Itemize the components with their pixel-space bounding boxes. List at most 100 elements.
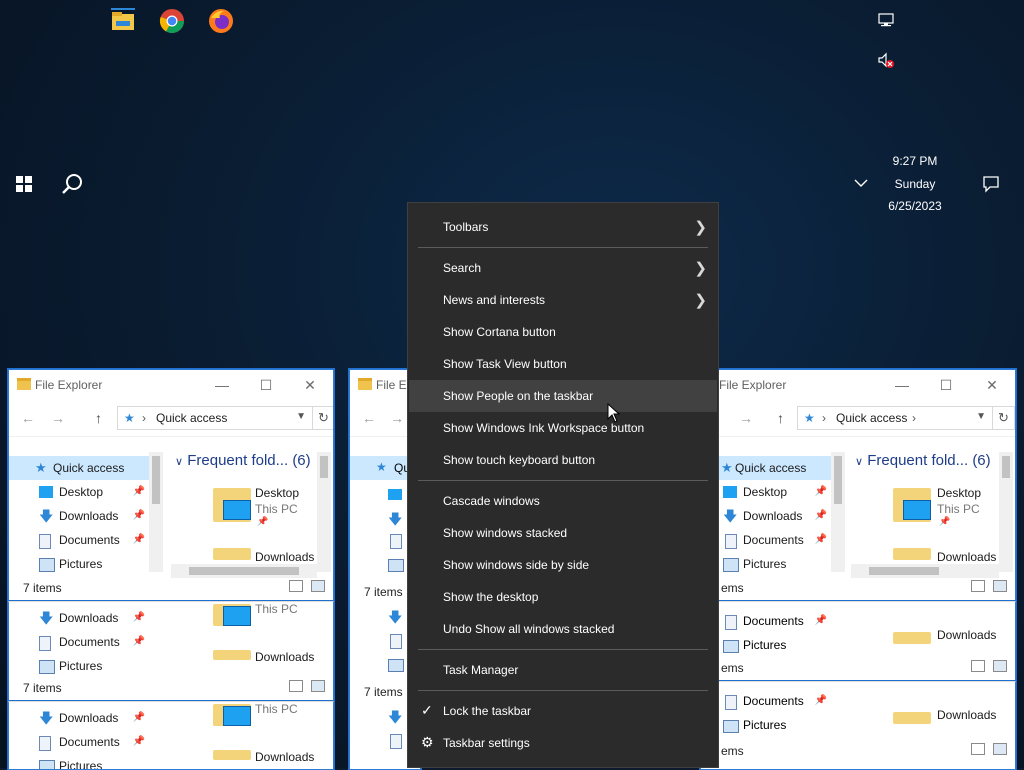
menu-item-cascade-windows[interactable]: Cascade windows bbox=[409, 485, 717, 517]
nav-item-downloads[interactable]: 🡇 Downloads 📌 bbox=[9, 706, 149, 730]
nav-scrollbar[interactable] bbox=[149, 452, 163, 572]
nav-item-downloads[interactable]: 🡇 Downloads 📌 bbox=[9, 606, 149, 630]
file-explorer-window-right-stacked-2[interactable]: Documents 📌 Pictures Downloads ems bbox=[700, 681, 1016, 770]
folder-name[interactable]: Downloads bbox=[937, 550, 996, 564]
chrome-icon[interactable] bbox=[159, 8, 185, 34]
menu-item-undo-show-all-windows-stacked[interactable]: Undo Show all windows stacked bbox=[409, 613, 717, 645]
forward-arrow-icon[interactable]: → bbox=[51, 410, 65, 426]
details-view-icon[interactable] bbox=[289, 580, 303, 592]
desktop-folder-icon[interactable] bbox=[213, 704, 251, 726]
menu-item-news-and-interests[interactable]: News and interests ❯ bbox=[409, 284, 717, 316]
scroll-thumb[interactable] bbox=[152, 456, 160, 504]
details-view-icon[interactable] bbox=[971, 660, 985, 672]
large-icons-view-icon[interactable] bbox=[993, 580, 1007, 592]
forward-arrow-icon[interactable]: → bbox=[739, 410, 753, 426]
action-center-icon[interactable] bbox=[982, 175, 1000, 193]
downloads-folder-icon[interactable] bbox=[893, 712, 931, 724]
downloads-folder-icon[interactable] bbox=[213, 650, 251, 660]
downloads-folder-icon[interactable] bbox=[893, 548, 931, 560]
nav-item-downloads[interactable]: 🡇 Downloads 📌 bbox=[9, 504, 149, 528]
group-header[interactable]: ∨ Frequent fold... (6) bbox=[175, 452, 311, 469]
clock-date[interactable]: 6/25/2023 bbox=[870, 199, 960, 213]
nav-item-pictures[interactable]: Pictures bbox=[719, 714, 831, 738]
refresh-button[interactable]: ↻ bbox=[993, 406, 1015, 430]
nav-item-documents[interactable]: Documents 📌 bbox=[719, 690, 831, 714]
content-scrollbar[interactable] bbox=[999, 452, 1013, 572]
menu-item-search[interactable]: Search ❯ bbox=[409, 252, 717, 284]
scroll-thumb[interactable] bbox=[320, 456, 328, 478]
nav-item-pictures[interactable]: Pictures bbox=[719, 552, 831, 576]
address-dropdown-icon[interactable]: ▼ bbox=[296, 411, 306, 422]
scroll-thumb[interactable] bbox=[834, 456, 842, 504]
menu-item-show-touch-keyboard[interactable]: Show touch keyboard button bbox=[409, 444, 717, 476]
file-explorer-window-right[interactable]: File Explorer — ☐ ✕ → ↑ ★ › Quick access… bbox=[700, 369, 1016, 603]
back-arrow-icon[interactable]: ← bbox=[362, 410, 376, 426]
nav-scrollbar[interactable] bbox=[831, 452, 845, 572]
address-box[interactable]: ★ › Quick access › ▼ bbox=[797, 406, 993, 430]
firefox-icon[interactable] bbox=[208, 8, 234, 34]
scroll-thumb[interactable] bbox=[1002, 456, 1010, 478]
address-dropdown-icon[interactable]: ▼ bbox=[976, 411, 986, 422]
nav-item-quick-access[interactable]: ★ Quick access bbox=[719, 456, 831, 480]
nav-item-documents[interactable]: Documents 📌 bbox=[719, 528, 831, 552]
nav-item-downloads[interactable]: 🡇 Downloads 📌 bbox=[719, 504, 831, 528]
folder-name[interactable]: Downloads bbox=[255, 550, 314, 564]
large-icons-view-icon[interactable] bbox=[311, 680, 325, 692]
menu-item-taskbar-settings[interactable]: ⚙ Taskbar settings bbox=[409, 727, 717, 759]
file-explorer-icon[interactable] bbox=[110, 8, 136, 34]
details-view-icon[interactable] bbox=[971, 580, 985, 592]
nav-item-documents[interactable]: Documents 📌 bbox=[719, 610, 831, 634]
nav-item-documents[interactable]: Documents 📌 bbox=[9, 528, 149, 552]
clock-time[interactable]: 9:27 PM bbox=[870, 154, 960, 168]
back-arrow-icon[interactable]: ← bbox=[21, 410, 35, 426]
folder-name[interactable]: Downloads bbox=[255, 650, 314, 664]
menu-item-show-windows-ink[interactable]: Show Windows Ink Workspace button bbox=[409, 412, 717, 444]
menu-item-toolbars[interactable]: Toolbars ❯ bbox=[409, 211, 717, 243]
folder-name[interactable]: Downloads bbox=[255, 750, 314, 764]
downloads-folder-icon[interactable] bbox=[893, 632, 931, 644]
nav-item-desktop[interactable]: Desktop 📌 bbox=[9, 480, 149, 504]
show-hidden-icons-chevron-icon[interactable] bbox=[853, 176, 869, 190]
volume-muted-icon[interactable] bbox=[877, 52, 895, 70]
folder-name[interactable]: Downloads bbox=[937, 628, 996, 642]
close-button[interactable]: ✕ bbox=[295, 374, 325, 396]
desktop-folder-icon[interactable] bbox=[893, 488, 931, 522]
file-explorer-window-right-stacked-1[interactable]: Documents 📌 Pictures Downloads ems bbox=[700, 601, 1016, 683]
large-icons-view-icon[interactable] bbox=[311, 580, 325, 592]
nav-item-pictures[interactable]: Pictures bbox=[9, 552, 149, 576]
menu-item-show-the-desktop[interactable]: Show the desktop bbox=[409, 581, 717, 613]
downloads-folder-icon[interactable] bbox=[213, 750, 251, 760]
file-explorer-window-left-stacked-2[interactable]: 🡇 Downloads 📌 Documents 📌 Pictures This … bbox=[8, 701, 334, 770]
start-button[interactable] bbox=[14, 174, 34, 194]
nav-item-documents[interactable]: Documents 📌 bbox=[9, 630, 149, 654]
menu-item-show-task-view-button[interactable]: Show Task View button bbox=[409, 348, 717, 380]
folder-name[interactable]: Desktop bbox=[255, 486, 299, 500]
nav-item-documents[interactable]: Documents 📌 bbox=[9, 730, 149, 754]
folder-name[interactable]: Downloads bbox=[937, 708, 996, 722]
downloads-folder-icon[interactable] bbox=[213, 548, 251, 560]
menu-item-show-cortana-button[interactable]: Show Cortana button bbox=[409, 316, 717, 348]
menu-item-show-windows-stacked[interactable]: Show windows stacked bbox=[409, 517, 717, 549]
up-arrow-icon[interactable]: ↑ bbox=[777, 410, 784, 426]
forward-arrow-icon[interactable]: → bbox=[390, 410, 404, 426]
menu-item-show-people[interactable]: Show People on the taskbar bbox=[409, 380, 717, 412]
clock-day[interactable]: Sunday bbox=[870, 177, 960, 191]
minimize-button[interactable]: — bbox=[887, 374, 917, 396]
details-view-icon[interactable] bbox=[971, 743, 985, 755]
menu-item-lock-the-taskbar[interactable]: ✓ Lock the taskbar bbox=[409, 695, 717, 727]
maximize-button[interactable]: ☐ bbox=[931, 374, 961, 396]
close-button[interactable]: ✕ bbox=[977, 374, 1007, 396]
menu-item-task-manager[interactable]: Task Manager bbox=[409, 654, 717, 686]
search-icon[interactable] bbox=[60, 172, 84, 196]
menu-item-show-windows-side-by-side[interactable]: Show windows side by side bbox=[409, 549, 717, 581]
address-box[interactable]: ★ › Quick access ▼ bbox=[117, 406, 313, 430]
large-icons-view-icon[interactable] bbox=[993, 660, 1007, 672]
details-view-icon[interactable] bbox=[289, 680, 303, 692]
title-bar[interactable]: File Explorer — ☐ ✕ bbox=[9, 370, 333, 400]
refresh-button[interactable]: ↻ bbox=[313, 406, 333, 430]
maximize-button[interactable]: ☐ bbox=[251, 374, 281, 396]
file-explorer-window-left[interactable]: File Explorer — ☐ ✕ ← → ↑ ★ › Quick acce… bbox=[8, 369, 334, 603]
file-explorer-window-left-stacked-1[interactable]: 🡇 Downloads 📌 Documents 📌 Pictures This … bbox=[8, 601, 334, 703]
large-icons-view-icon[interactable] bbox=[993, 743, 1007, 755]
folder-name[interactable]: Desktop bbox=[937, 486, 981, 500]
